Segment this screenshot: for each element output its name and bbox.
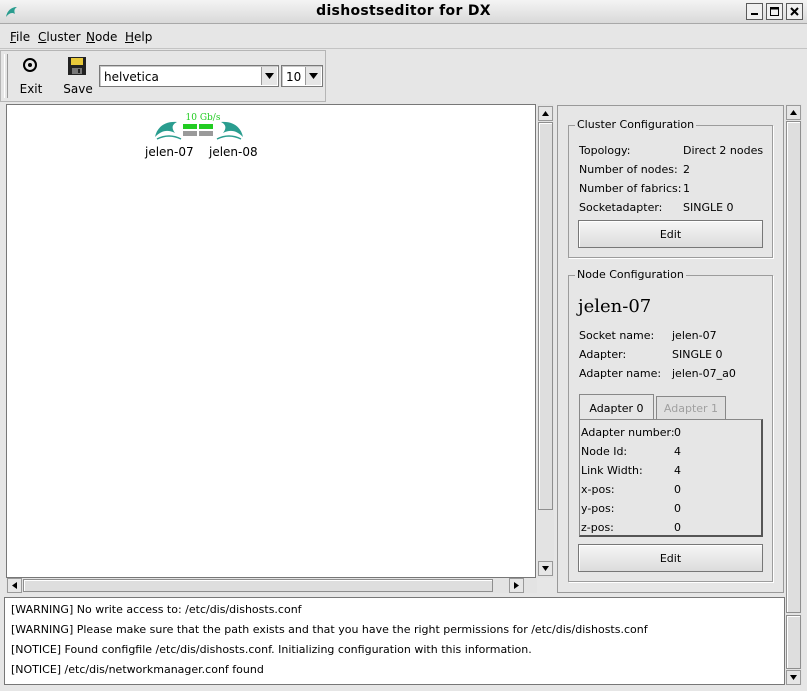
log-scroll-down-button[interactable]: [786, 670, 801, 685]
menu-help-mnemonic: H: [125, 30, 135, 44]
menu-file-rest: ile: [16, 30, 31, 44]
arrow-left-icon: [12, 582, 17, 589]
dolphin-icon[interactable]: [216, 121, 243, 140]
link-active-segment[interactable]: [199, 124, 213, 129]
scroll-left-button[interactable]: [7, 578, 22, 593]
link-speed-label: 10 Gb/s: [186, 113, 221, 123]
exit-button[interactable]: Exit: [12, 52, 50, 100]
close-window-button[interactable]: [786, 3, 803, 20]
link-inactive-segment[interactable]: [199, 131, 213, 136]
log-scroll-thumb[interactable]: [786, 615, 801, 669]
floppy-disk-icon: [68, 57, 86, 75]
log-line: [NOTICE] /etc/dis/networkmanager.conf fo…: [11, 663, 264, 676]
log-line: [NOTICE] Found configfile /etc/dis/disho…: [11, 643, 532, 656]
vertical-scroll-thumb[interactable]: [538, 122, 553, 510]
close-icon: [790, 7, 799, 16]
horizontal-scroll-thumb[interactable]: [23, 579, 493, 592]
log-line: [WARNING] Please make sure that the path…: [11, 623, 648, 636]
font-family-dropdown-button[interactable]: [261, 67, 277, 85]
arrow-right-icon: [514, 582, 519, 589]
topology-graphic: 10 Gb/s: [155, 113, 243, 140]
x-pos-value: 0: [674, 483, 681, 496]
topology-key: Topology:: [579, 144, 631, 157]
node-id-key: Node Id:: [581, 445, 628, 458]
dolphin-icon[interactable]: [155, 121, 182, 140]
adapter-number-key: Adapter number:: [581, 426, 675, 439]
tab-adapter-0[interactable]: Adapter 0: [579, 394, 654, 421]
arrow-up-icon: [790, 110, 797, 115]
menu-help[interactable]: Help: [125, 30, 152, 44]
power-icon: [23, 58, 37, 72]
font-family-value: helvetica: [104, 70, 159, 84]
font-size-dropdown-button[interactable]: [305, 67, 321, 85]
exit-label: Exit: [19, 82, 43, 96]
minimize-button[interactable]: [746, 3, 763, 20]
scroll-down-button[interactable]: [538, 561, 553, 576]
maximize-icon: [770, 7, 779, 16]
link-width-key: Link Width:: [581, 464, 643, 477]
arrow-down-icon: [542, 566, 549, 571]
node-label-jelen-07[interactable]: jelen-07: [145, 145, 194, 159]
menu-file[interactable]: File: [10, 30, 30, 44]
z-pos-value: 0: [674, 521, 681, 534]
selected-node-name: jelen-07: [578, 296, 652, 317]
x-pos-key: x-pos:: [581, 483, 615, 496]
num-nodes-value: 2: [683, 163, 690, 176]
topology-value: Direct 2 nodes: [683, 144, 764, 157]
link-width-value: 4: [674, 464, 681, 477]
cluster-configuration-title: Cluster Configuration: [575, 118, 697, 131]
minimize-icon: [751, 13, 758, 15]
menu-help-rest: elp: [134, 30, 153, 44]
scroll-up-button[interactable]: [538, 106, 553, 121]
log-line: [WARNING] No write access to: /etc/dis/d…: [11, 603, 302, 616]
node-edit-button[interactable]: Edit: [578, 544, 763, 572]
font-size-select[interactable]: 10: [281, 65, 323, 87]
y-pos-value: 0: [674, 502, 681, 515]
socket-name-value: jelen-07: [672, 329, 717, 342]
node-id-value: 4: [674, 445, 681, 458]
adapter-value: SINGLE 0: [672, 348, 723, 361]
socketadapter-value: SINGLE 0: [683, 201, 734, 214]
menu-cluster[interactable]: Cluster: [38, 30, 81, 44]
menu-cluster-rest: luster: [46, 30, 81, 44]
adapter-name-value: jelen-07_a0: [672, 367, 736, 380]
menu-node-mnemonic: N: [86, 30, 95, 44]
scroll-right-button[interactable]: [509, 578, 524, 593]
panel-scroll-thumb[interactable]: [786, 121, 801, 613]
tab-adapter-1[interactable]: Adapter 1: [656, 396, 726, 420]
font-family-select[interactable]: helvetica: [99, 65, 279, 87]
panel-scroll-up-button[interactable]: [786, 105, 801, 120]
node-label-jelen-08[interactable]: jelen-08: [209, 145, 258, 159]
y-pos-key: y-pos:: [581, 502, 615, 515]
window-title: dishostseditor for DX: [316, 3, 491, 19]
menu-node-rest: ode: [94, 30, 118, 44]
log-output[interactable]: [WARNING] No write access to: /etc/dis/d…: [4, 597, 785, 685]
chevron-down-icon: [265, 73, 274, 79]
toolbar-grip[interactable]: [4, 54, 8, 98]
save-button[interactable]: Save: [58, 52, 98, 100]
menu-node[interactable]: Node: [86, 30, 117, 44]
cluster-edit-button[interactable]: Edit: [578, 220, 763, 248]
link-inactive-segment[interactable]: [183, 131, 197, 136]
link-active-segment[interactable]: [183, 124, 197, 129]
font-size-value: 10: [286, 70, 302, 84]
chevron-down-icon: [309, 73, 318, 79]
maximize-button[interactable]: [766, 3, 783, 20]
num-nodes-key: Number of nodes:: [579, 163, 678, 176]
socket-name-key: Socket name:: [579, 329, 655, 342]
num-fabrics-key: Number of fabrics:: [579, 182, 682, 195]
topology-canvas[interactable]: 10 Gb/s jelen-07 jelen-08: [6, 104, 536, 578]
z-pos-key: z-pos:: [581, 521, 614, 534]
arrow-down-icon: [790, 675, 797, 680]
socketadapter-key: Socketadapter:: [579, 201, 663, 214]
arrow-up-icon: [542, 111, 549, 116]
menu-bar: [0, 25, 807, 49]
save-label: Save: [63, 82, 93, 96]
adapter-name-key: Adapter name:: [579, 367, 662, 380]
adapter-number-value: 0: [674, 426, 681, 439]
node-configuration-title: Node Configuration: [575, 268, 686, 281]
adapter-key: Adapter:: [579, 348, 627, 361]
num-fabrics-value: 1: [683, 182, 690, 195]
